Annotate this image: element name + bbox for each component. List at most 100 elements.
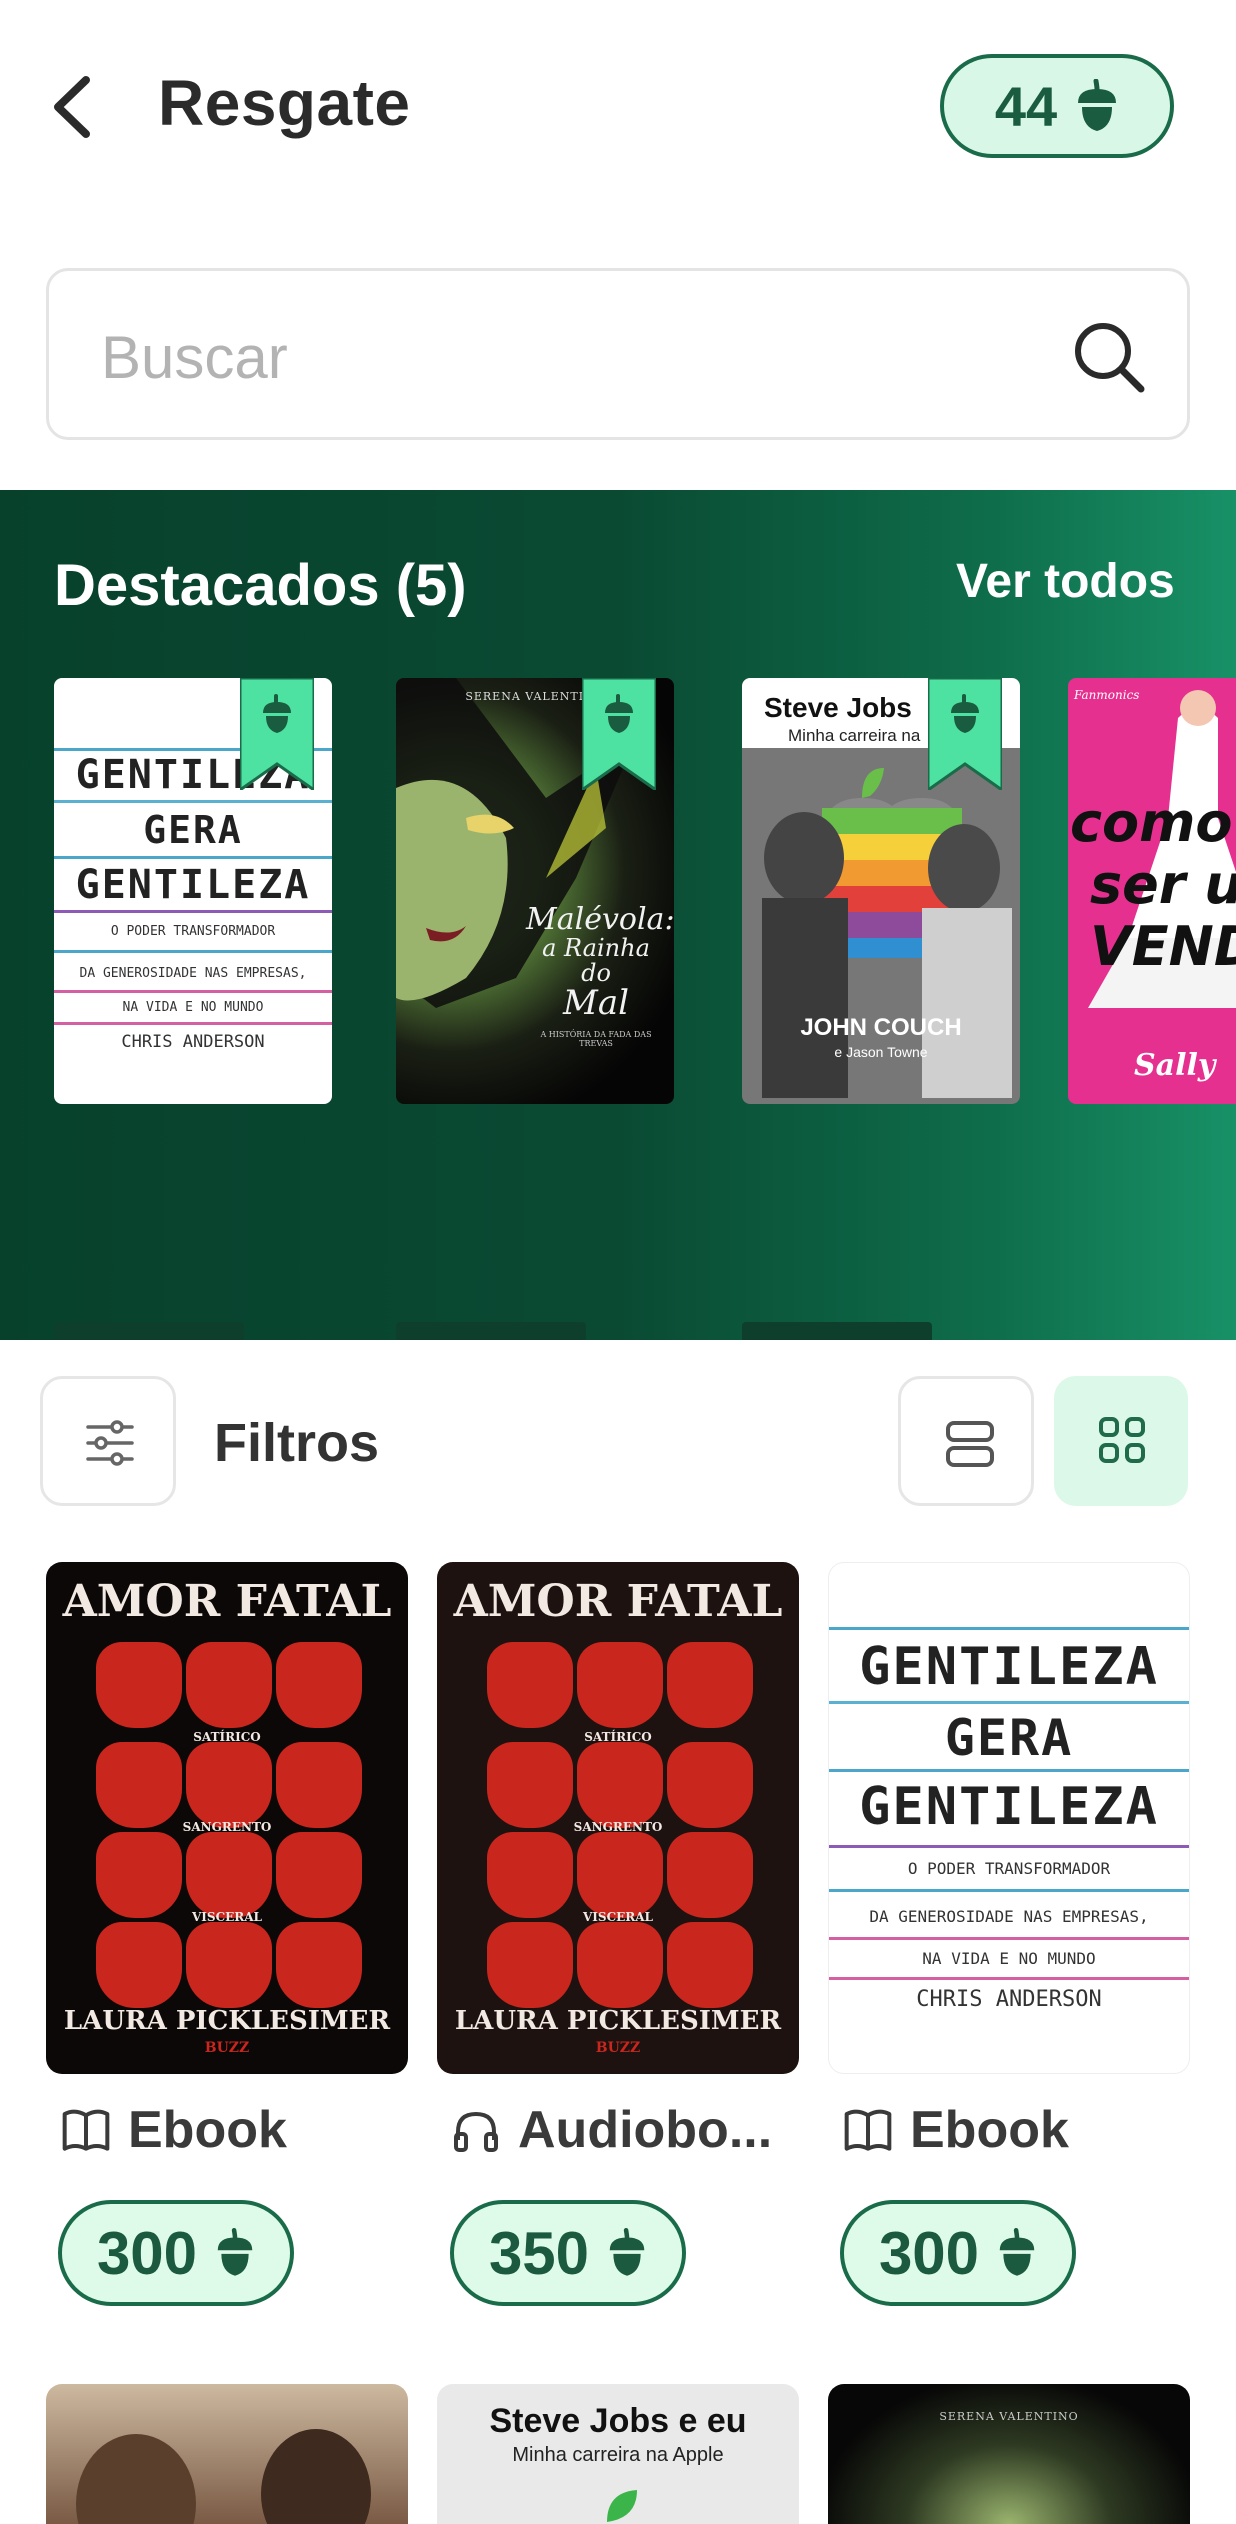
cover-stripe [54, 856, 332, 859]
price-value: 300 [878, 2219, 980, 2287]
book-type: Ebook [760, 1336, 930, 1340]
book-cover: AMOR FATAL SATÍRICO SANGRENTO VISCERAL L… [437, 1562, 799, 2074]
book-card[interactable]: SERENA VALENTINO [828, 2384, 1190, 2524]
book-card[interactable] [46, 2384, 408, 2524]
cover-subtitle: Minha carreira na [788, 726, 921, 745]
book-type-label: Ebook [1134, 1336, 1236, 1340]
book-icon [844, 2109, 892, 2151]
cover-publisher: BUZZ [204, 2040, 250, 2056]
cover-stripe [829, 1701, 1189, 1704]
book-type-label: Ebook [128, 2101, 287, 2159]
bookmark-ribbon-icon [240, 678, 314, 790]
cover-subtitle-line: O PODER TRANSFORMADOR [907, 1859, 1111, 1878]
list-view-icon [946, 1421, 994, 1467]
cover-stripe [54, 910, 332, 913]
list-view-button[interactable] [898, 1376, 1034, 1506]
cover-stripe [829, 1977, 1189, 1980]
book-cover: Steve Jobs Minha carreira na JOHN COUCH … [742, 678, 1020, 1104]
book-type-label: Ebook [462, 1336, 584, 1340]
book-cover: AMOR FATAL SATÍRICO SANGRENTO VISCERAL L… [46, 1562, 408, 2074]
cover-subtitle-line: NA VIDA E NO MUNDO [122, 1000, 264, 1015]
cover-title-line: a Rainha do [542, 933, 650, 987]
cover-title-line: VEND [1090, 915, 1236, 979]
acorn-icon [217, 2228, 253, 2276]
price-badge[interactable]: 350 [450, 2200, 686, 2306]
cover-title-line: ser u [1090, 853, 1236, 917]
back-button[interactable] [44, 72, 104, 142]
search-input[interactable] [99, 311, 1003, 403]
featured-book-card[interactable]: Steve Jobs Minha carreira na JOHN COUCH … [742, 678, 1022, 1340]
cover-title: AMOR FATAL [453, 1576, 783, 1627]
search-bar [46, 268, 1190, 440]
book-type: Ebook [414, 1336, 584, 1340]
acorn-icon [1078, 79, 1117, 131]
cover-title-line: GENTILEZA [859, 1637, 1159, 1697]
cover-author: LAURA PICKLESIMER [63, 2006, 391, 2036]
filters-button[interactable] [40, 1376, 176, 1506]
cover-illustration [76, 2429, 371, 2524]
book-cover: Fanmonics como ser u VEND Sally [1068, 678, 1236, 1104]
bookmark-ribbon-icon [928, 678, 1002, 790]
cover-author: CHRIS ANDERSON [916, 1987, 1102, 2012]
featured-book-meta: Ebook 250 [396, 1322, 586, 1340]
cover-title-line: Mal [563, 982, 629, 1023]
book-type: Ebook [1086, 1336, 1236, 1340]
cover-subtitle-line: NA VIDA E NO MUNDO [922, 1949, 1096, 1968]
featured-book-card[interactable]: Fanmonics como ser u VEND Sally Ebook 25… [1068, 678, 1236, 1340]
bookmark-ribbon-icon [582, 678, 656, 790]
cover-stripe [829, 1937, 1189, 1940]
cover-subtitle: A HISTÓRIA DA FADA DAS TREVAS [540, 1030, 652, 1048]
cover-stripe [829, 1889, 1189, 1892]
book-card[interactable]: AMOR FATAL SATÍRICO SANGRENTO VISCERAL L… [437, 1562, 799, 2074]
cover-subtitle-line: DA GENEROSIDADE NAS EMPRESAS, [79, 966, 307, 981]
cover-title-line: GENTILEZA [859, 1777, 1159, 1837]
search-icon[interactable] [1069, 317, 1149, 397]
cover-title: Steve Jobs [764, 692, 912, 723]
cover-title: Steve Jobs e eu [489, 2402, 747, 2440]
header: Resgate 44 [0, 0, 1236, 230]
price-value: 300 [96, 2219, 198, 2287]
book-type: Ebook [72, 1336, 242, 1340]
book-type: Ebook [62, 2100, 287, 2160]
featured-book-card[interactable]: SERENA VALENTINO Malévola: a Rainha do M… [396, 678, 676, 1340]
grid-view-button[interactable] [1054, 1376, 1188, 1506]
price-badge[interactable]: 300 [840, 2200, 1076, 2306]
featured-book-card[interactable]: GENTILEZA GERA GENTILEZA O PODER TRANSFO… [54, 678, 334, 1340]
see-all-link[interactable]: Ver todos [956, 554, 1175, 609]
sliders-icon [86, 1420, 134, 1466]
cover-title-line: GERA [944, 1709, 1074, 1767]
cover-title-line: GENTILEZA [75, 862, 311, 908]
price-badge[interactable]: 300 [58, 2200, 294, 2306]
book-type-label: Ebook [808, 1336, 930, 1340]
book-card[interactable]: Steve Jobs e eu Minha carreira na Apple [437, 2384, 799, 2524]
apple-leaf-icon [607, 2490, 637, 2522]
cover-author: LAURA PICKLESIMER [454, 2006, 782, 2036]
book-type-label: Ebook [120, 1336, 242, 1340]
page-title: Resgate [158, 67, 411, 139]
featured-book-meta: Ebook 250 [742, 1322, 932, 1340]
cover-stripe [54, 800, 332, 803]
points-value: 44 [994, 74, 1058, 138]
cover-author: CHRIS ANDERSON [121, 1032, 265, 1052]
chevron-left-icon [54, 76, 90, 138]
cover-author: SERENA VALENTINO [939, 2410, 1079, 2423]
book-card[interactable]: GENTILEZA GERA GENTILEZA O PODER TRANSFO… [828, 1562, 1190, 2074]
acorn-icon [609, 2228, 645, 2276]
book-card[interactable]: AMOR FATAL SATÍRICO SANGRENTO VISCERAL L… [46, 1562, 408, 2074]
cover-stripe [54, 950, 332, 953]
acorn-icon [999, 2228, 1035, 2276]
filters-label[interactable]: Filtros [214, 1412, 379, 1474]
cover-subtitle-line: DA GENEROSIDADE NAS EMPRESAS, [869, 1907, 1149, 1926]
book-cover: GENTILEZA GERA GENTILEZA O PODER TRANSFO… [54, 678, 332, 1104]
cover-author: Sally [1134, 1048, 1216, 1083]
cover-title: AMOR FATAL [62, 1576, 392, 1627]
cover-publisher: BUZZ [595, 2040, 641, 2056]
cover-title-line: como [1070, 791, 1233, 854]
cover-stripe [54, 990, 332, 993]
headphones-icon [454, 2111, 498, 2152]
featured-section: Destacados (5) Ver todos GENTILEZA GERA … [0, 490, 1236, 1340]
featured-book-meta: Ebook 250 [1068, 1322, 1236, 1340]
book-cover: SERENA VALENTINO Malévola: a Rainha do M… [396, 678, 674, 1104]
featured-book-meta: Ebook 300 [54, 1322, 244, 1340]
points-balance-badge[interactable]: 44 [940, 54, 1174, 158]
